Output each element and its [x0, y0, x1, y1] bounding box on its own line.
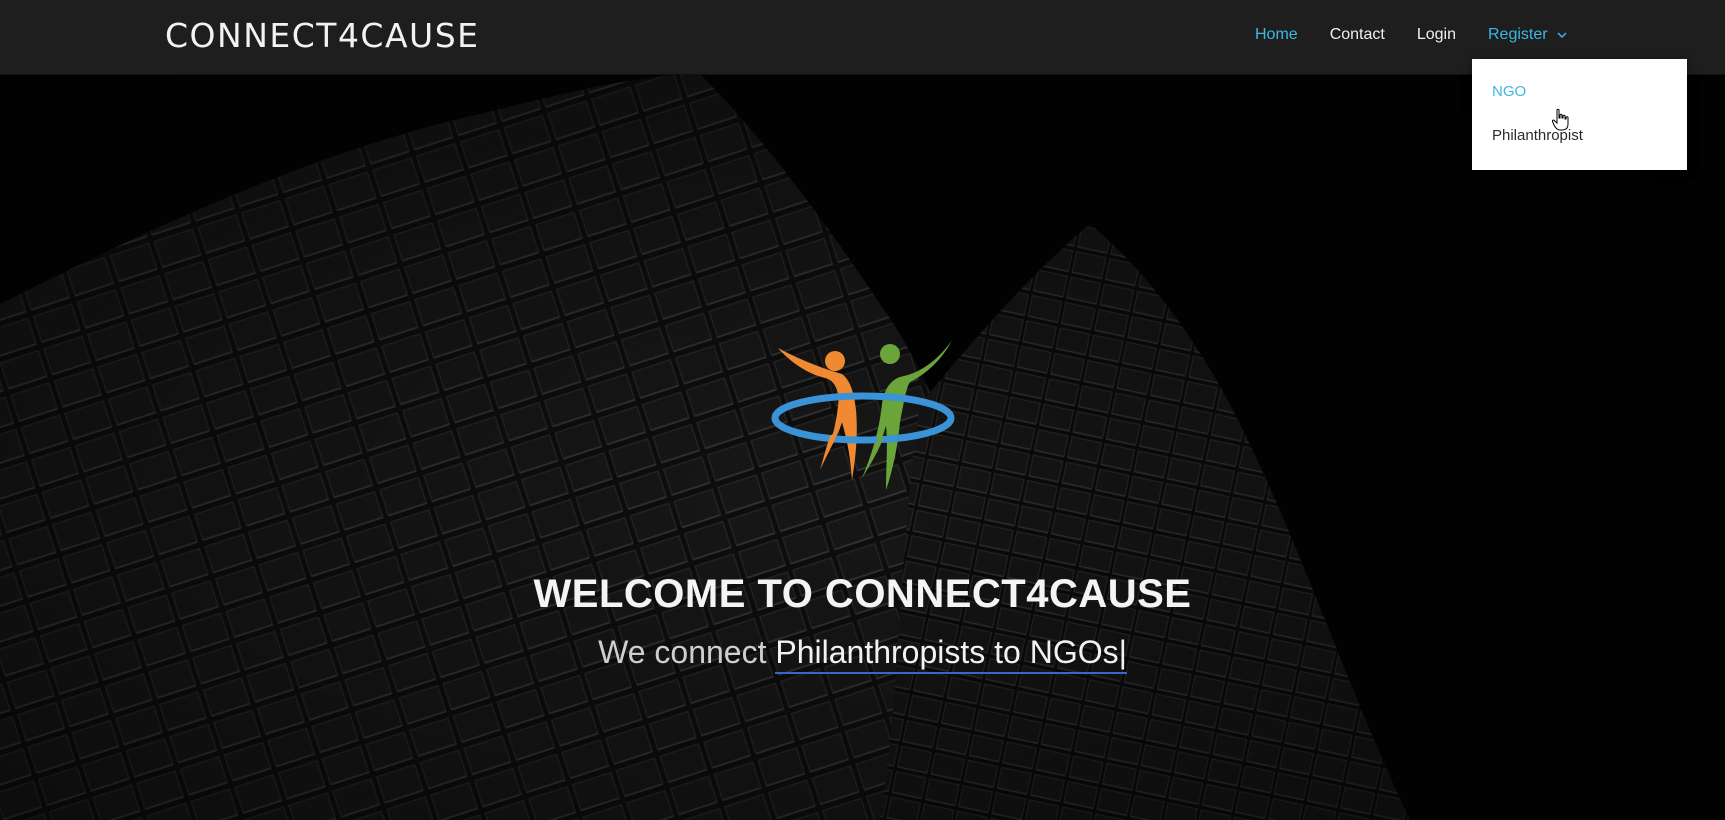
main-nav: Home Contact Login Register: [1255, 26, 1568, 44]
tagline-prefix: We connect: [598, 634, 776, 670]
brand-logo-text[interactable]: CONNECT4CAUSE: [165, 16, 480, 55]
top-navbar: CONNECT4CAUSE Home Contact Login Registe…: [0, 0, 1725, 75]
nav-register-label: Register: [1487, 26, 1548, 43]
hero-tagline: We connect Philanthropists to NGOs|: [0, 634, 1725, 674]
nav-home-link[interactable]: Home: [1255, 26, 1298, 44]
register-dropdown-menu: NGO Philanthropist: [1472, 59, 1687, 170]
dropdown-item-ngo[interactable]: NGO: [1492, 83, 1526, 100]
chevron-down-icon: [1557, 32, 1567, 39]
nav-contact-link[interactable]: Contact: [1330, 26, 1385, 44]
hero-section: WELCOME TO CONNECT4CAUSE We connect Phil…: [0, 74, 1725, 820]
tagline-typed-text: Philanthropists to NGOs|: [775, 634, 1127, 674]
nav-register-dropdown[interactable]: Register: [1488, 26, 1568, 44]
connect4cause-logo: [771, 340, 955, 490]
hero-title: WELCOME TO CONNECT4CAUSE: [533, 572, 1192, 616]
hand-pointer-icon: [1551, 108, 1569, 131]
page: CONNECT4CAUSE Home Contact Login Registe…: [0, 0, 1725, 820]
nav-login-link[interactable]: Login: [1417, 26, 1456, 44]
